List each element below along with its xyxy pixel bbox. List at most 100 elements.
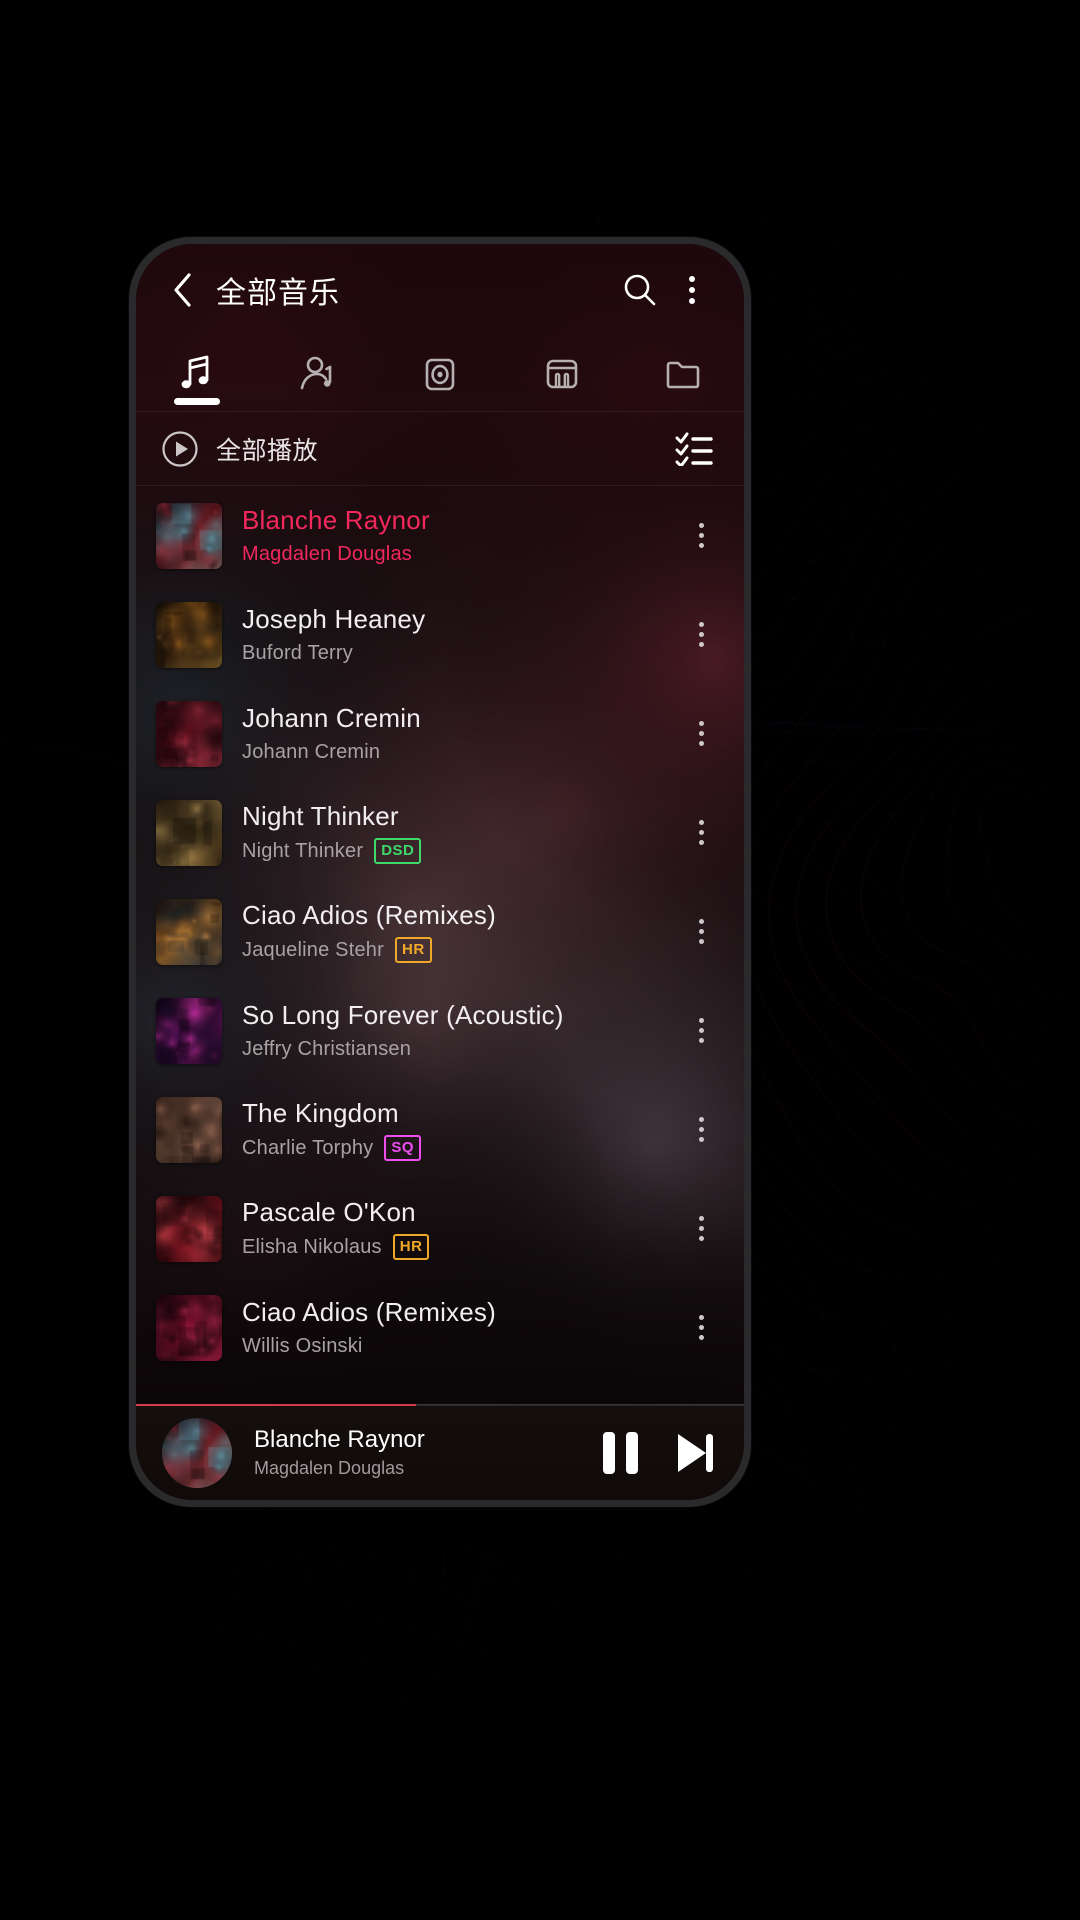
overflow-menu-button[interactable] — [666, 264, 718, 316]
mini-player-title: Blanche Raynor — [254, 1426, 425, 1453]
song-album-art — [156, 997, 222, 1064]
song-overflow-button[interactable] — [678, 506, 724, 566]
mini-player-controls — [603, 1431, 718, 1475]
song-title: The Kingdom — [242, 1098, 399, 1129]
multiselect-button[interactable] — [668, 423, 720, 475]
more-vertical-icon — [698, 721, 704, 746]
app-bar: 全部音乐 — [136, 244, 744, 336]
song-artist: Willis Osinski — [242, 1334, 363, 1357]
song-row[interactable]: Johann Cremin Johann Cremin — [136, 684, 744, 783]
pause-button[interactable] — [603, 1431, 638, 1474]
song-title: Pascale O'Kon — [242, 1197, 416, 1228]
song-title: Ciao Adios (Remixes) — [242, 1297, 496, 1328]
search-button[interactable] — [614, 264, 666, 316]
song-artist: Magdalen Douglas — [242, 542, 412, 565]
song-meta: Ciao Adios (Remixes) Willis Osinski — [242, 1297, 678, 1358]
tab-bar — [136, 336, 744, 412]
more-vertical-icon — [698, 1117, 704, 1142]
play-circle-icon — [162, 430, 198, 467]
song-album-art — [156, 1195, 222, 1262]
more-vertical-icon — [698, 622, 704, 647]
song-meta: Joseph Heaney Buford Terry — [242, 604, 678, 665]
song-overflow-button[interactable] — [678, 704, 724, 764]
song-album-art — [156, 898, 222, 965]
song-album-art — [156, 1294, 222, 1361]
song-artist: Night Thinker — [242, 839, 364, 862]
song-meta: So Long Forever (Acoustic) Jeffry Christi… — [242, 1000, 678, 1061]
song-overflow-button[interactable] — [678, 803, 724, 863]
song-overflow-button[interactable] — [678, 902, 724, 962]
song-artist: Elisha Nikolaus — [242, 1235, 382, 1258]
song-list[interactable]: Blanche Raynor Magdalen Douglas Joseph Hea… — [136, 486, 744, 1404]
song-row[interactable]: The Kingdom Charlie Torphy SQ — [136, 1080, 744, 1179]
song-row[interactable]: Pascale O'Kon Elisha Nikolaus HR — [136, 1179, 744, 1278]
song-artist: Jaqueline Stehr — [242, 938, 384, 961]
song-overflow-button[interactable] — [678, 1199, 724, 1259]
song-subline: Magdalen Douglas — [242, 542, 678, 566]
song-subline: Charlie Torphy SQ — [242, 1134, 678, 1161]
more-vertical-icon — [698, 919, 704, 944]
song-row[interactable]: Joseph Heaney Buford Terry — [136, 585, 744, 684]
song-subline: Elisha Nikolaus HR — [242, 1233, 678, 1260]
mini-player[interactable]: Blanche Raynor Magdalen Douglas — [136, 1404, 744, 1500]
song-row[interactable]: Night Thinker Night Thinker DSD — [136, 783, 744, 882]
song-artist: Buford Terry — [242, 641, 353, 664]
song-title: Blanche Raynor — [242, 505, 430, 536]
piano-icon — [546, 359, 577, 388]
active-tab-indicator — [173, 398, 220, 405]
tab-songs[interactable] — [136, 336, 258, 411]
song-meta: Blanche Raynor Magdalen Douglas — [242, 505, 678, 566]
search-icon — [624, 274, 656, 306]
playback-progress-bar[interactable] — [136, 1404, 744, 1406]
song-album-art — [156, 700, 222, 767]
song-row[interactable]: Ciao Adios (Remixes) Willis Osinski — [136, 1278, 744, 1377]
quality-badge-sq: SQ — [384, 1134, 422, 1161]
song-artist: Jeffry Christiansen — [242, 1037, 412, 1060]
more-vertical-icon — [698, 1315, 704, 1340]
song-overflow-button[interactable] — [678, 1298, 724, 1358]
quality-badge-dsd: DSD — [374, 837, 422, 864]
song-meta: Ciao Adios (Remixes) Jaqueline Stehr HR — [242, 900, 678, 963]
song-overflow-button[interactable] — [678, 1001, 724, 1061]
tab-artists[interactable] — [258, 336, 380, 411]
song-row[interactable]: So Long Forever (Acoustic) Jeffry Christi… — [136, 981, 744, 1080]
tab-albums[interactable] — [379, 336, 501, 411]
song-subline: Willis Osinski — [242, 1334, 678, 1358]
chevron-left-icon — [174, 273, 191, 307]
song-album-art — [156, 502, 222, 569]
artist-icon — [301, 356, 332, 389]
pause-icon — [603, 1431, 638, 1474]
song-row[interactable]: Ciao Adios (Remixes) Jaqueline Stehr HR — [136, 882, 744, 981]
quality-badge-hr: HR — [394, 936, 432, 963]
checklist-icon — [675, 432, 713, 466]
more-vertical-icon — [698, 1018, 704, 1043]
play-all-row[interactable]: 全部播放 — [136, 412, 744, 486]
back-button[interactable] — [160, 267, 206, 313]
song-subline: Johann Cremin — [242, 740, 678, 764]
song-album-art — [156, 799, 222, 866]
song-row[interactable]: Blanche Raynor Magdalen Douglas — [136, 486, 744, 585]
song-overflow-button[interactable] — [678, 605, 724, 665]
song-title: Ciao Adios (Remixes) — [242, 900, 496, 931]
tab-genres[interactable] — [501, 336, 623, 411]
play-all-label: 全部播放 — [216, 436, 319, 465]
next-track-button[interactable] — [672, 1431, 718, 1475]
music-note-icon — [181, 355, 209, 388]
phone-frame: 全部音乐 全部播放 Blanche Raynor Magdalen Dougla… — [129, 237, 751, 1507]
song-artist: Johann Cremin — [242, 740, 381, 763]
song-title: Joseph Heaney — [242, 604, 426, 635]
song-album-art — [156, 601, 222, 668]
more-vertical-icon — [698, 523, 704, 548]
song-subline: Buford Terry — [242, 641, 678, 665]
more-vertical-icon — [698, 1216, 704, 1241]
tab-folders[interactable] — [622, 336, 744, 411]
song-overflow-button[interactable] — [678, 1100, 724, 1160]
song-title: Night Thinker — [242, 801, 399, 832]
folder-icon — [666, 361, 700, 388]
page-title: 全部音乐 — [216, 277, 340, 310]
song-album-art — [156, 1096, 222, 1163]
more-vertical-icon — [689, 276, 695, 304]
song-meta: Night Thinker Night Thinker DSD — [242, 801, 678, 864]
mini-player-meta: Blanche Raynor Magdalen Douglas — [254, 1426, 587, 1479]
mini-player-album-art[interactable] — [162, 1417, 232, 1488]
